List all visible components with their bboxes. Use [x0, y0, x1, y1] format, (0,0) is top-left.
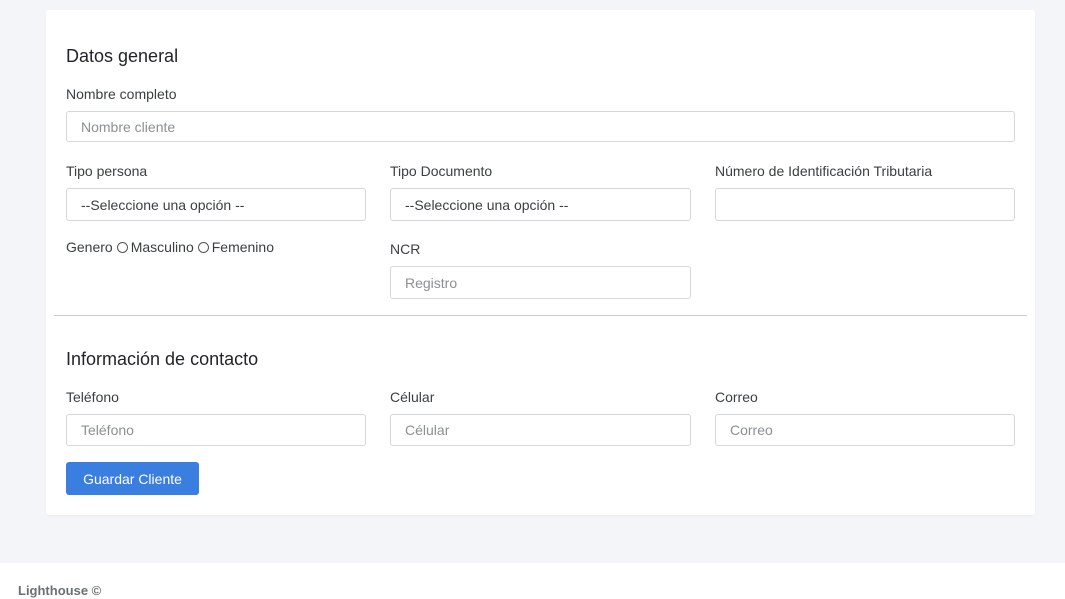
- nit-input[interactable]: [715, 188, 1015, 221]
- celular-input[interactable]: [390, 414, 691, 446]
- tipo-documento-label: Tipo Documento: [390, 163, 493, 179]
- tipo-persona-label: Tipo persona: [66, 163, 148, 179]
- radio-masculino[interactable]: [116, 241, 128, 253]
- telefono-label: Teléfono: [66, 389, 119, 405]
- tipo-persona-select[interactable]: --Seleccione una opción --: [66, 188, 366, 221]
- nombre-label: Nombre completo: [66, 86, 177, 102]
- tipo-documento-selected: --Seleccione una opción --: [405, 196, 569, 213]
- radio-femenino-label: Femenino: [211, 239, 274, 255]
- section-divider: [54, 315, 1027, 316]
- nit-label: Número de Identificación Tributaria: [715, 163, 933, 179]
- correo-label: Correo: [715, 389, 758, 405]
- save-client-button[interactable]: Guardar Cliente: [66, 462, 199, 495]
- telefono-input[interactable]: [66, 414, 366, 446]
- ncr-input[interactable]: [390, 266, 691, 299]
- tipo-persona-selected: --Seleccione una opción --: [81, 196, 245, 213]
- celular-label: Célular: [390, 389, 435, 405]
- radio-masculino-label: Masculino: [130, 239, 194, 255]
- general-section-title: Datos general: [66, 46, 179, 66]
- tipo-documento-select[interactable]: --Seleccione una opción --: [390, 188, 691, 221]
- footer-text: Lighthouse ©: [18, 583, 102, 598]
- genero-radio-group: Genero Masculino Femenino: [66, 239, 274, 255]
- ncr-label: NCR: [390, 241, 421, 257]
- footer: Lighthouse ©: [0, 563, 1065, 599]
- correo-input[interactable]: [715, 414, 1015, 446]
- nombre-input[interactable]: [66, 111, 1015, 142]
- contact-section-title: Información de contacto: [66, 349, 259, 369]
- client-form-card: Datos general Nombre completo Tipo perso…: [46, 10, 1035, 515]
- radio-femenino[interactable]: [197, 241, 209, 253]
- genero-label: Genero: [66, 239, 113, 255]
